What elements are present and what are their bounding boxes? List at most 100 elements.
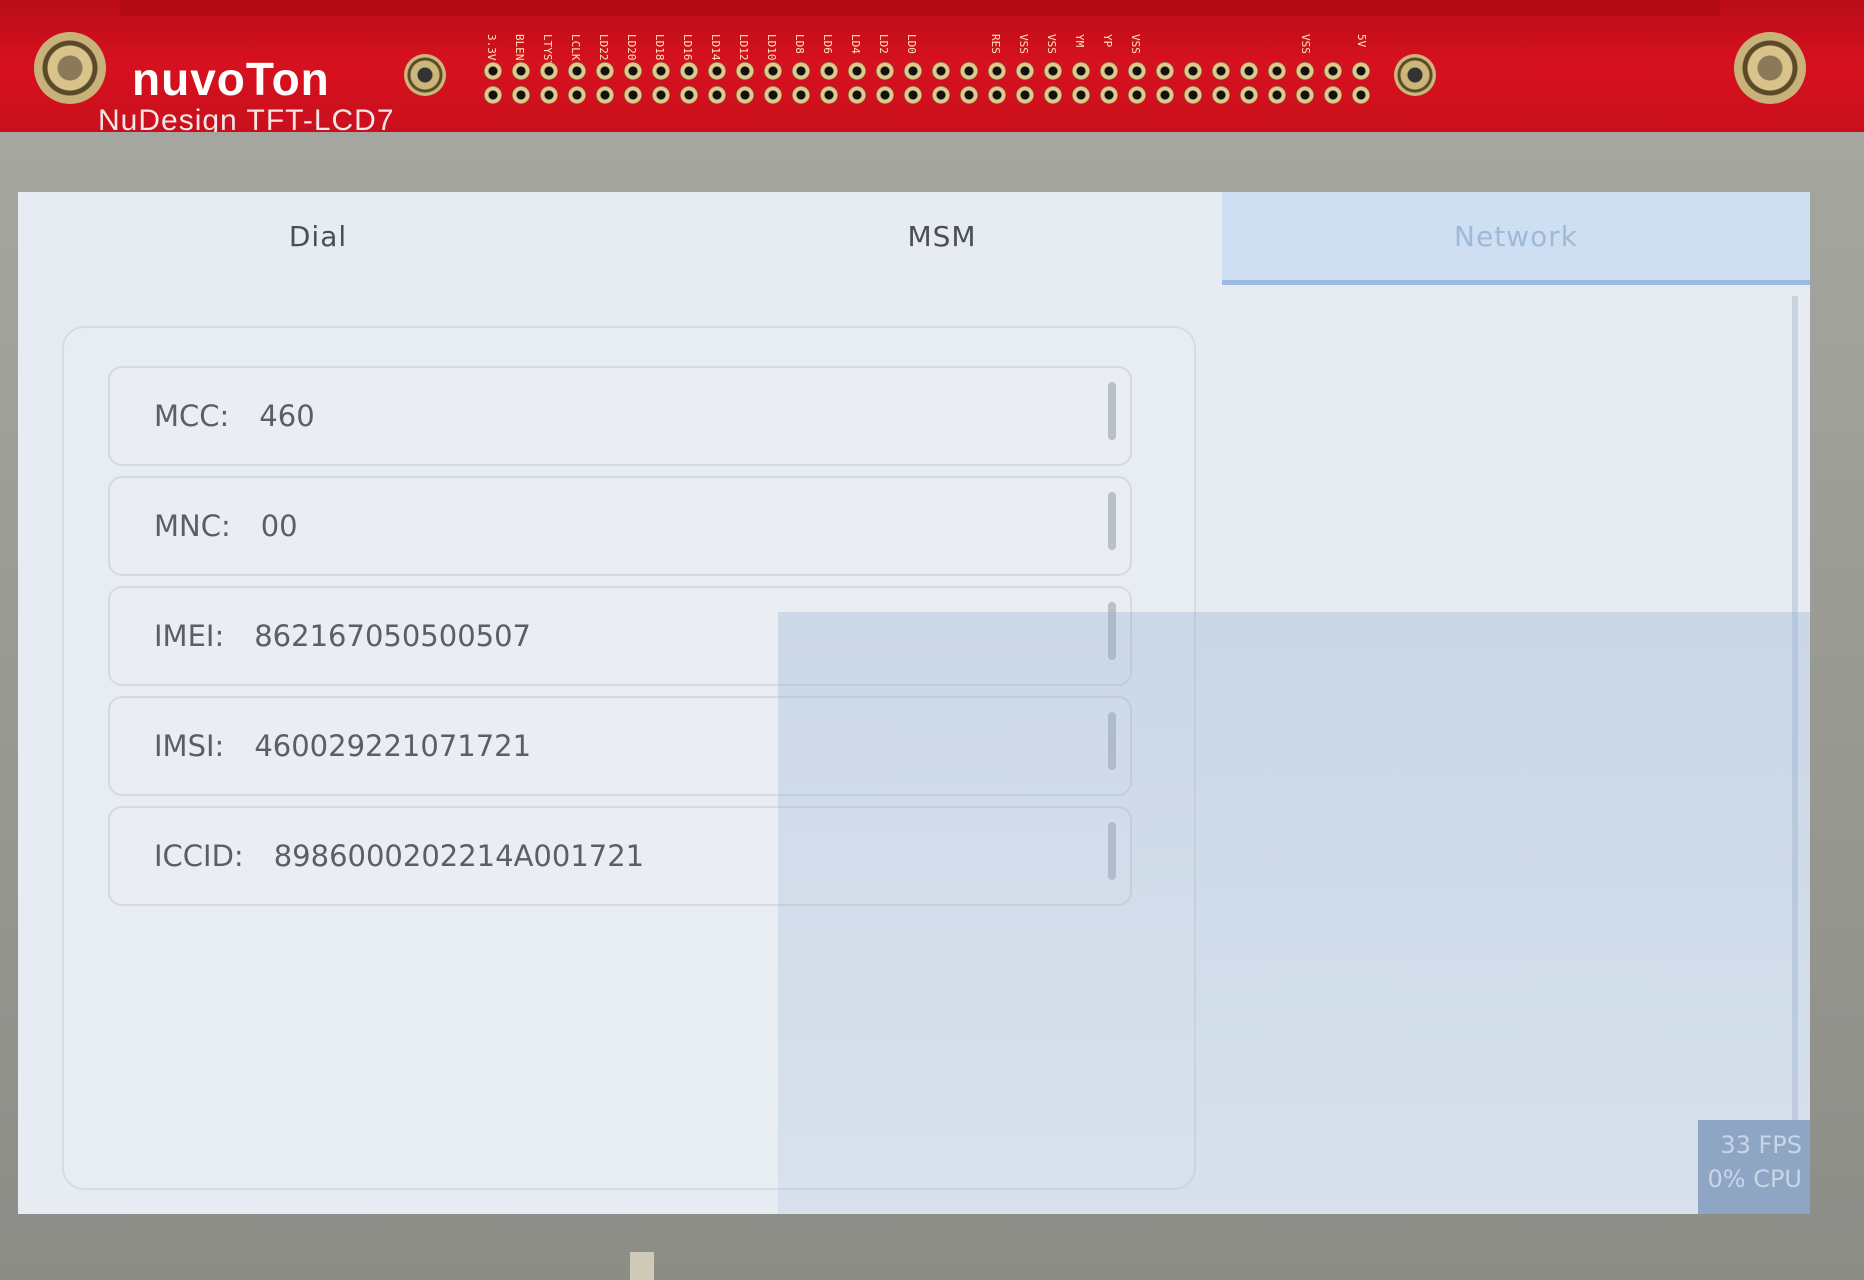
- header-pin-icon: [960, 86, 978, 104]
- header-pin-icon: [1128, 86, 1146, 104]
- iccid-row[interactable]: ICCID: 8986000202214A001721: [108, 806, 1132, 906]
- pin-label: YM: [1073, 34, 1086, 48]
- tab-network-label: Network: [1454, 219, 1578, 253]
- header-pin-icon: [1212, 86, 1230, 104]
- header-pin-icon: [988, 62, 1006, 80]
- tab-msm[interactable]: MSM: [622, 192, 1262, 280]
- imei-value: 862167050500507: [254, 619, 531, 653]
- row-scrollbar[interactable]: [1108, 492, 1116, 550]
- mnc-value: 00: [260, 509, 298, 543]
- pin-label: LD18: [653, 34, 666, 61]
- tab-msm-label: MSM: [907, 219, 977, 253]
- header-pin-icon: [1016, 86, 1034, 104]
- header-pin-icon: [1240, 62, 1258, 80]
- performance-monitor: 33 FPS 0% CPU: [1698, 1120, 1810, 1214]
- header-pin-icon: [512, 62, 530, 80]
- fps-readout: 33 FPS: [1720, 1131, 1802, 1159]
- header-pin-icon: [848, 62, 866, 80]
- header-pin-icon: [680, 86, 698, 104]
- flex-ribbon: [630, 1252, 654, 1280]
- header-pin-icon: [652, 86, 670, 104]
- iccid-label: ICCID:: [154, 839, 244, 873]
- header-pin-icon: [1268, 62, 1286, 80]
- header-pin-icon: [512, 86, 530, 104]
- pin-label: LD10: [765, 34, 778, 61]
- header-pin-icon: [1296, 86, 1314, 104]
- pin-label: LD0: [905, 34, 918, 54]
- tab-dial[interactable]: Dial: [18, 192, 618, 280]
- mnc-row[interactable]: MNC: 00: [108, 476, 1132, 576]
- header-pin-icon: [1072, 62, 1090, 80]
- header-pin-icon: [680, 62, 698, 80]
- imsi-label: IMSI:: [154, 729, 225, 763]
- imei-row[interactable]: IMEI: 862167050500507: [108, 586, 1132, 686]
- mcc-label: MCC:: [154, 399, 230, 433]
- header-pin-icon: [1240, 86, 1258, 104]
- iccid-value: 8986000202214A001721: [273, 839, 645, 873]
- header-pin-icon: [792, 62, 810, 80]
- header-pin-icon: [1044, 62, 1062, 80]
- header-pin-icon: [736, 62, 754, 80]
- pin-header: 3.3V BLEN LTYSY LCLK LD22 LD20 LD18 LD16…: [480, 34, 1380, 134]
- header-pin-icon: [568, 62, 586, 80]
- pin-label: LD12: [737, 34, 750, 61]
- page-scrollbar[interactable]: [1792, 296, 1798, 1176]
- lcd-screen: Dial MSM Network MCC: 460 MNC: 00 IMEI: …: [18, 192, 1810, 1214]
- header-pin-icon: [1268, 86, 1286, 104]
- imsi-value: 460029221071721: [254, 729, 532, 763]
- header-pin-icon: [596, 86, 614, 104]
- header-pin-icon: [820, 62, 838, 80]
- header-pin-icon: [1184, 86, 1202, 104]
- header-pin-icon: [1184, 62, 1202, 80]
- header-pin-icon: [1044, 86, 1062, 104]
- imsi-row[interactable]: IMSI: 460029221071721: [108, 696, 1132, 796]
- header-pin-icon: [960, 62, 978, 80]
- header-pin-icon: [820, 86, 838, 104]
- tab-bar: Dial MSM Network: [18, 192, 1810, 288]
- header-pin-icon: [1156, 86, 1174, 104]
- mcc-value: 460: [259, 399, 315, 433]
- header-pin-icon: [1072, 86, 1090, 104]
- header-pin-icon: [932, 62, 950, 80]
- header-pin-icon: [484, 62, 502, 80]
- pin-label: LD16: [681, 34, 694, 61]
- header-pin-icon: [652, 62, 670, 80]
- header-pin-icon: [1156, 62, 1174, 80]
- pin-label: 5V: [1355, 34, 1368, 48]
- header-pin-icon: [540, 86, 558, 104]
- pin-label: VSS: [1299, 34, 1312, 54]
- brand-logo: nuvoTon: [132, 53, 330, 105]
- pin-label: LD20: [625, 34, 638, 61]
- row-scrollbar[interactable]: [1108, 712, 1116, 770]
- screw-ring-icon: [404, 54, 446, 96]
- header-pin-icon: [708, 86, 726, 104]
- row-scrollbar[interactable]: [1108, 382, 1116, 440]
- pin-label: VSS: [1129, 34, 1142, 54]
- pin-label: LCLK: [569, 34, 582, 61]
- mcc-row[interactable]: MCC: 460: [108, 366, 1132, 466]
- header-pin-icon: [568, 86, 586, 104]
- header-pin-icon: [1352, 62, 1370, 80]
- row-scrollbar[interactable]: [1108, 822, 1116, 880]
- header-pin-icon: [1016, 62, 1034, 80]
- screw-ring-icon: [1394, 54, 1436, 96]
- row-scrollbar[interactable]: [1108, 602, 1116, 660]
- pin-label: VSS: [1045, 34, 1058, 54]
- pin-label: RES: [989, 34, 1002, 54]
- pin-label: 3.3V: [485, 34, 498, 61]
- header-pin-icon: [596, 62, 614, 80]
- pin-label: LD2: [877, 34, 890, 54]
- tab-network[interactable]: Network: [1222, 192, 1810, 285]
- header-pin-icon: [1128, 62, 1146, 80]
- tab-dial-label: Dial: [288, 219, 348, 253]
- header-pin-icon: [904, 62, 922, 80]
- network-info-panel: MCC: 460 MNC: 00 IMEI: 862167050500507 I…: [62, 326, 1196, 1190]
- header-pin-icon: [736, 86, 754, 104]
- pin-label: LD14: [709, 34, 722, 61]
- header-pin-icon: [988, 86, 1006, 104]
- pcb-top-strip: [120, 0, 1720, 16]
- mount-hole-right-icon: [1734, 32, 1806, 104]
- header-pin-icon: [848, 86, 866, 104]
- pin-label: LD4: [849, 34, 862, 54]
- cpu-readout: 0% CPU: [1707, 1165, 1803, 1193]
